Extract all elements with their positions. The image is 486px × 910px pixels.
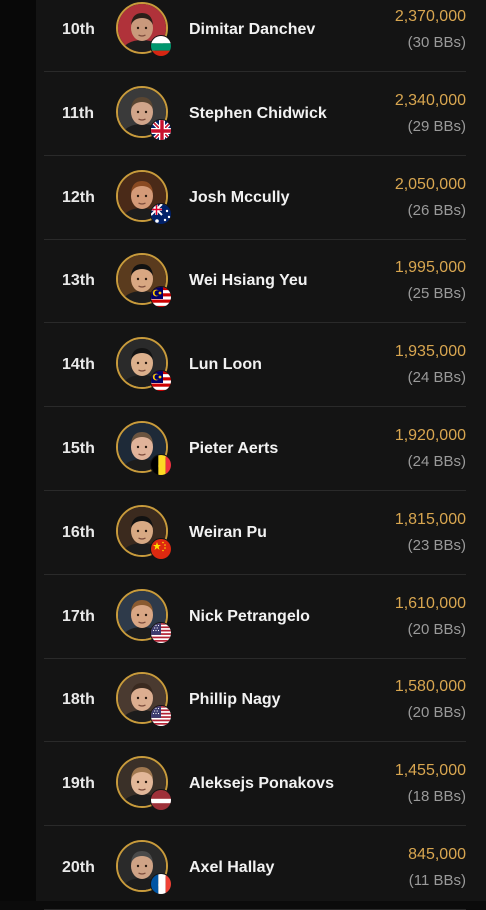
player-name[interactable]: Stephen Chidwick bbox=[189, 72, 327, 156]
player-name[interactable]: Lun Loon bbox=[189, 323, 262, 407]
leaderboard-row: 11th Stephen Chidwick 2,340,000 (29 BBs) bbox=[36, 72, 486, 156]
player-name[interactable]: Dimitar Danchev bbox=[189, 0, 315, 72]
chip-count-leaderboard: 10th Dimitar Danchev 2,370,000 (30 BBs) 11th… bbox=[36, 0, 486, 910]
chip-count: 845,000 bbox=[408, 846, 466, 863]
big-blinds-count: (20 BBs) bbox=[407, 620, 466, 638]
player-name[interactable]: Phillip Nagy bbox=[189, 658, 281, 742]
leaderboard-row: 15th Pieter Aerts 1,920,000 (24 BBs) bbox=[36, 407, 486, 491]
latvia-flag-icon bbox=[150, 789, 172, 812]
rank-label: 10th bbox=[62, 21, 95, 38]
chip-count: 1,920,000 bbox=[394, 427, 466, 444]
big-blinds-count: (30 BBs) bbox=[407, 34, 466, 51]
leaderboard-row: 13th Wei Hsiang Yeu 1,995,000 (25 BBs) bbox=[36, 239, 486, 324]
france-flag-icon bbox=[150, 873, 172, 895]
chip-count: 1,610,000 bbox=[394, 594, 466, 612]
big-blinds-count: (25 BBs) bbox=[407, 285, 466, 303]
chip-count: 1,995,000 bbox=[394, 259, 466, 277]
chip-count: 2,050,000 bbox=[394, 175, 466, 193]
big-blinds-count: (23 BBs) bbox=[407, 536, 466, 554]
rank-label: 19th bbox=[62, 775, 95, 793]
chip-count: 2,370,000 bbox=[394, 8, 466, 25]
rank-label: 12th bbox=[62, 188, 95, 206]
player-name[interactable]: Aleksejs Ponakovs bbox=[189, 742, 334, 826]
big-blinds-count: (20 BBs) bbox=[407, 704, 466, 722]
australia-flag-icon bbox=[150, 202, 172, 225]
bulgaria-flag-icon bbox=[150, 35, 172, 57]
big-blinds-count: (11 BBs) bbox=[408, 872, 466, 889]
player-name[interactable]: Weiran Pu bbox=[189, 491, 267, 575]
big-blinds-count: (18 BBs) bbox=[407, 788, 466, 806]
rank-label: 11th bbox=[62, 104, 95, 122]
chip-count: 1,935,000 bbox=[394, 343, 466, 361]
rank-label: 17th bbox=[62, 607, 95, 625]
belgium-flag-icon bbox=[150, 454, 172, 476]
leaderboard-row: 18th Phillip Nagy 1,580,000 (20 BBs) bbox=[36, 658, 486, 743]
leaderboard-row: 17th Nick Petrangelo 1,610,000 (20 BBs) bbox=[36, 575, 486, 659]
rank-label: 15th bbox=[62, 440, 95, 457]
rank-label: 13th bbox=[62, 272, 95, 290]
big-blinds-count: (24 BBs) bbox=[407, 369, 466, 387]
big-blinds-count: (29 BBs) bbox=[407, 117, 466, 135]
china-flag-icon bbox=[150, 537, 172, 560]
usa-flag-icon bbox=[150, 621, 172, 644]
rank-label: 20th bbox=[62, 859, 95, 876]
big-blinds-count: (24 BBs) bbox=[407, 453, 466, 470]
chip-count: 1,455,000 bbox=[394, 762, 466, 780]
chip-count: 1,815,000 bbox=[394, 510, 466, 528]
leaderboard-row: 19th Aleksejs Ponakovs 1,455,000 (18 BBs) bbox=[36, 742, 486, 827]
usa-flag-icon bbox=[150, 705, 172, 728]
leaderboard-row: 14th Lun Loon 1,935,000 (24 BBs) bbox=[36, 323, 486, 408]
leaderboard-row: 12th Josh Mccully 2,050,000 (26 BBs) bbox=[36, 156, 486, 240]
player-name[interactable]: Wei Hsiang Yeu bbox=[189, 239, 308, 323]
rank-label: 14th bbox=[62, 356, 95, 374]
player-name[interactable]: Axel Hallay bbox=[189, 826, 274, 910]
leaderboard-row: 10th Dimitar Danchev 2,370,000 (30 BBs) bbox=[36, 0, 486, 72]
left-edge-strip bbox=[0, 0, 36, 901]
big-blinds-count: (26 BBs) bbox=[407, 201, 466, 219]
malaysia-flag-icon bbox=[150, 370, 172, 393]
player-name[interactable]: Josh Mccully bbox=[189, 156, 289, 240]
rank-label: 18th bbox=[62, 691, 95, 709]
leaderboard-row: 20th Axel Hallay 845,000 (11 BBs) bbox=[36, 826, 486, 910]
rank-label: 16th bbox=[62, 523, 95, 541]
chip-count: 1,580,000 bbox=[394, 678, 466, 696]
chip-count: 2,340,000 bbox=[394, 91, 466, 109]
player-name[interactable]: Pieter Aerts bbox=[189, 407, 278, 491]
uk-flag-icon bbox=[150, 118, 172, 141]
player-name[interactable]: Nick Petrangelo bbox=[189, 575, 310, 659]
malaysia-flag-icon bbox=[150, 286, 172, 309]
leaderboard-row: 16th Weiran Pu 1,815,000 (23 BBs) bbox=[36, 491, 486, 575]
